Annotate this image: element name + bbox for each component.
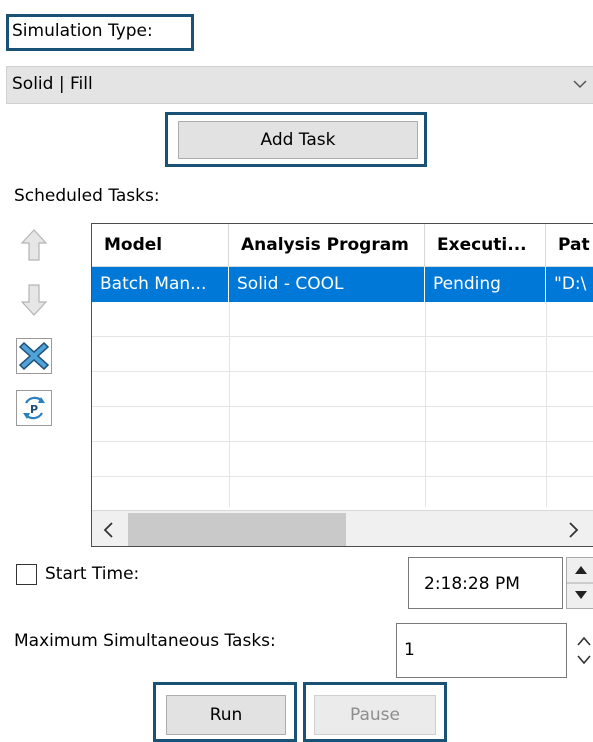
arrow-down-icon[interactable] bbox=[20, 283, 48, 317]
empty-row bbox=[92, 407, 593, 442]
svg-text:P: P bbox=[30, 403, 38, 416]
parameters-icon: P bbox=[17, 396, 51, 430]
scheduled-tasks-label: Scheduled Tasks: bbox=[14, 186, 160, 206]
empty-row bbox=[92, 337, 593, 372]
start-time-value[interactable]: 2:18:28 PM bbox=[424, 574, 520, 594]
empty-row bbox=[92, 302, 593, 337]
scrollbar-thumb[interactable] bbox=[128, 513, 346, 546]
simulation-type-dropdown[interactable] bbox=[6, 66, 593, 104]
delete-task-button[interactable] bbox=[16, 338, 52, 374]
chevron-up-icon bbox=[577, 636, 591, 646]
column-header-path[interactable]: Pat bbox=[546, 224, 593, 267]
column-header-model[interactable]: Model bbox=[92, 224, 229, 267]
cell-analysis-program[interactable]: Solid - COOL bbox=[229, 267, 425, 302]
max-simultaneous-tasks-label: Maximum Simultaneous Tasks: bbox=[14, 631, 276, 651]
spin-down-icon bbox=[575, 591, 587, 599]
empty-row bbox=[92, 372, 593, 407]
time-spinner[interactable] bbox=[566, 557, 593, 609]
cell-path[interactable]: "D:\ bbox=[546, 267, 593, 302]
chevron-right-icon[interactable] bbox=[562, 519, 584, 541]
chevron-down-icon[interactable] bbox=[570, 74, 590, 94]
cell-execution[interactable]: Pending bbox=[425, 267, 546, 302]
chevron-down-icon bbox=[577, 655, 591, 665]
column-header-execution[interactable]: Executi... bbox=[425, 224, 546, 267]
chevron-left-icon[interactable] bbox=[98, 519, 120, 541]
pause-button: Pause bbox=[314, 695, 436, 735]
simulation-type-value[interactable]: Solid | Fill bbox=[12, 74, 93, 94]
column-header-analysis-program[interactable]: Analysis Program bbox=[229, 224, 425, 267]
arrow-up-icon[interactable] bbox=[20, 228, 48, 262]
simulation-type-label: Simulation Type: bbox=[12, 21, 153, 41]
parameters-button[interactable]: P bbox=[16, 390, 52, 426]
run-button[interactable]: Run bbox=[166, 695, 286, 735]
max-simultaneous-tasks-value[interactable]: 1 bbox=[404, 640, 415, 660]
delete-x-icon bbox=[17, 341, 51, 378]
max-tasks-spinner[interactable] bbox=[572, 623, 593, 678]
cell-model[interactable]: Batch Man... bbox=[92, 267, 229, 302]
empty-row bbox=[92, 442, 593, 477]
start-time-checkbox[interactable] bbox=[16, 564, 37, 585]
spin-up-icon bbox=[575, 566, 587, 574]
horizontal-scrollbar[interactable] bbox=[92, 510, 593, 546]
empty-row bbox=[92, 477, 593, 512]
max-simultaneous-tasks-input[interactable] bbox=[396, 623, 567, 678]
add-task-button[interactable]: Add Task bbox=[178, 121, 418, 159]
scheduled-tasks-table[interactable]: Model Analysis Program Executi... Pat Ba… bbox=[91, 223, 593, 547]
table-row[interactable]: Batch Man... Solid - COOL Pending "D:\ bbox=[92, 267, 593, 302]
start-time-label: Start Time: bbox=[45, 564, 140, 584]
